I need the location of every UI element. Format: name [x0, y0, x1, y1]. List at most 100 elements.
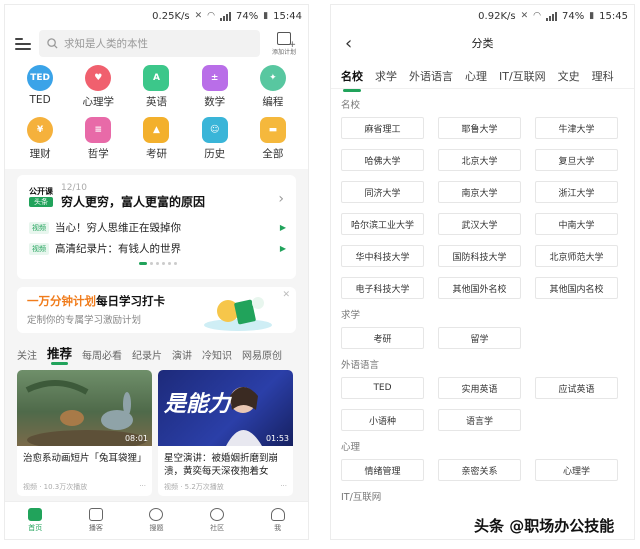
- chip-item[interactable]: 考研: [341, 327, 424, 349]
- section-qiuxue: 求学 考研 留学: [331, 299, 634, 349]
- tab-qiuxue[interactable]: 求学: [375, 68, 397, 84]
- chip-item[interactable]: 哈佛大学: [341, 149, 424, 171]
- category-philosophy[interactable]: ≡ 哲学: [69, 117, 127, 161]
- category-label: 全部: [262, 148, 284, 160]
- chip-item[interactable]: 华中科技大学: [341, 245, 424, 267]
- more-icon[interactable]: ···: [280, 482, 287, 492]
- category-ted[interactable]: TED TED: [11, 65, 69, 109]
- nav-home[interactable]: 首页: [5, 502, 66, 539]
- menu-icon[interactable]: [15, 37, 31, 51]
- video-card[interactable]: 08:01 治愈系动画短片「兔耳袋狸」 视频 · 10.3万次播放 ···: [17, 370, 152, 496]
- chip-item[interactable]: 北京大学: [438, 149, 521, 171]
- chip-item[interactable]: 北京师范大学: [535, 245, 618, 267]
- section-title: IT/互联网: [341, 492, 382, 503]
- chip-item[interactable]: 其他国外名校: [438, 277, 521, 299]
- category-label: 哲学: [87, 148, 109, 160]
- nav-podcast[interactable]: 播客: [66, 502, 127, 539]
- nav-me[interactable]: 我: [247, 502, 308, 539]
- close-icon[interactable]: ✕: [282, 290, 290, 300]
- bulb-icon: ✦: [259, 65, 286, 91]
- thumbnail-caption: 是能力: [164, 392, 231, 417]
- chip-item[interactable]: 同济大学: [341, 181, 424, 203]
- chip-item[interactable]: 武汉大学: [438, 213, 521, 235]
- more-icon[interactable]: ···: [139, 482, 146, 492]
- chip-item[interactable]: 耶鲁大学: [438, 117, 521, 139]
- chip-item[interactable]: 中南大学: [535, 213, 618, 235]
- category-kaoyan[interactable]: ▲ 考研: [127, 117, 185, 161]
- category-grid: TED TED ♥ 心理学 A 英语 ± 数学 ✦ 编程 ¥ 理财 ≡ 哲学 ▲…: [5, 63, 308, 169]
- tab-follow[interactable]: 关注: [17, 347, 37, 362]
- category-header: ‹ 分类: [331, 27, 634, 59]
- tab-xinli[interactable]: 心理: [465, 68, 487, 84]
- category-label: 英语: [145, 96, 167, 108]
- chip-item[interactable]: 复旦大学: [535, 149, 618, 171]
- category-history[interactable]: ☺ 历史: [186, 117, 244, 161]
- category-label: 编程: [262, 96, 284, 108]
- gongkaike-headline-card[interactable]: 公开课 头条 12/10 穷人更穷，富人更富的原因 › 视频 当心！穷人思维正在…: [17, 175, 296, 279]
- tab-wenshi[interactable]: 文史: [558, 68, 580, 84]
- clock: 15:44: [273, 10, 302, 22]
- tab-documentary[interactable]: 纪录片: [132, 347, 162, 362]
- bottom-nav: 首页 播客 搜题 社区 我: [5, 501, 308, 539]
- video-meta-text: 视频 · 10.3万次播放: [23, 483, 88, 491]
- tab-recommend[interactable]: 推荐: [47, 343, 72, 365]
- chip-item[interactable]: 哈尔滨工业大学: [341, 213, 424, 235]
- chip-item[interactable]: 国防科技大学: [438, 245, 521, 267]
- chip-item[interactable]: 牛津大学: [535, 117, 618, 139]
- chip-item[interactable]: 亲密关系: [438, 459, 521, 481]
- tab-original[interactable]: 网易原创: [242, 347, 282, 362]
- add-plan-button[interactable]: 添加计划: [268, 31, 300, 56]
- chip-item[interactable]: 应试英语: [535, 377, 618, 399]
- video-duration: 01:53: [265, 434, 289, 443]
- tab-trivia[interactable]: 冷知识: [202, 347, 232, 362]
- headline-item[interactable]: 视频 当心！穷人思维正在毁掉你 ▶: [29, 220, 286, 235]
- headline-title[interactable]: 穷人更穷，富人更富的原因: [61, 193, 205, 210]
- calendar-add-icon: [277, 31, 296, 50]
- nav-community[interactable]: 社区: [187, 502, 248, 539]
- category-psychology[interactable]: ♥ 心理学: [69, 65, 127, 109]
- tab-like[interactable]: 理科: [592, 68, 614, 84]
- chip-item[interactable]: 语言学: [438, 409, 521, 431]
- chip-item[interactable]: 实用英语: [438, 377, 521, 399]
- headline-item[interactable]: 视频 高清纪录片：有钱人的世界 ▶: [29, 241, 286, 256]
- battery-icon: ▮: [263, 11, 269, 21]
- piggy-bank-icon: ¥: [27, 117, 54, 143]
- chip-item[interactable]: 浙江大学: [535, 181, 618, 203]
- chip-item[interactable]: TED: [341, 377, 424, 399]
- chip-item[interactable]: 南京大学: [438, 181, 521, 203]
- tab-it[interactable]: IT/互联网: [499, 68, 546, 84]
- category-finance[interactable]: ¥ 理财: [11, 117, 69, 161]
- calculator-icon: ±: [201, 65, 228, 91]
- headline-item-text: 当心！穷人思维正在毁掉你: [55, 222, 181, 234]
- video-tag: 视频: [29, 242, 49, 255]
- headline-date: 12/10: [61, 183, 87, 193]
- search-icon: [47, 38, 58, 49]
- category-programming[interactable]: ✦ 编程: [244, 65, 302, 109]
- chip-item[interactable]: 其他国内名校: [535, 277, 618, 299]
- signal-icon: [219, 11, 231, 21]
- chip-item[interactable]: 电子科技大学: [341, 277, 424, 299]
- chip-item[interactable]: 心理学: [535, 459, 618, 481]
- study-plan-banner[interactable]: 一万分钟计划每日学习打卡 定制你的专属学习激励计划 ✕: [17, 287, 296, 333]
- video-card[interactable]: 是能力 01:53 星空演讲：被婚姻折磨到崩溃，黄奕每天深夜抱着女儿... 视频…: [158, 370, 293, 496]
- chip-grid: TED 实用英语 应试英语 小语种 语言学: [341, 377, 624, 431]
- battery-level: 74%: [561, 10, 585, 22]
- tab-mingxiao[interactable]: 名校: [341, 68, 363, 92]
- category-english[interactable]: A 英语: [127, 65, 185, 109]
- tab-speech[interactable]: 演讲: [172, 347, 192, 362]
- wifi-icon: ◠: [207, 11, 215, 21]
- chip-item[interactable]: 留学: [438, 327, 521, 349]
- chip-item[interactable]: 麻省理工: [341, 117, 424, 139]
- category-math[interactable]: ± 数学: [186, 65, 244, 109]
- chevron-right-icon[interactable]: ›: [278, 191, 284, 207]
- category-label: 历史: [204, 148, 226, 160]
- tab-waiyu[interactable]: 外语语言: [409, 68, 453, 84]
- tab-weekly[interactable]: 每周必看: [82, 347, 122, 362]
- chip-item[interactable]: 情绪管理: [341, 459, 424, 481]
- nav-search-question[interactable]: 搜题: [126, 502, 187, 539]
- search-input[interactable]: 求知是人类的本性: [39, 30, 260, 57]
- back-arrow-icon[interactable]: ‹: [345, 33, 352, 54]
- chip-item[interactable]: 小语种: [341, 409, 424, 431]
- battery-icon: ▮: [589, 11, 595, 21]
- category-all[interactable]: ▬ 全部: [244, 117, 302, 161]
